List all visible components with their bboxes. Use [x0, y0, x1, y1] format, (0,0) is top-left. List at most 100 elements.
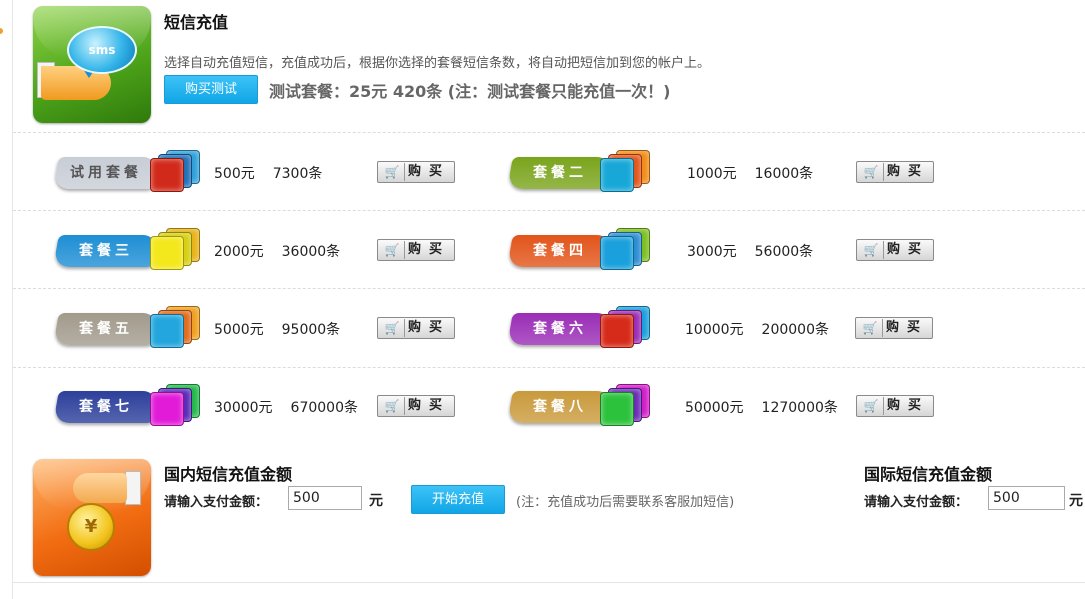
- cube: [600, 314, 634, 348]
- cube: [600, 236, 634, 270]
- sleeve-cuff: [125, 471, 141, 505]
- package-info: 30000元 670000条: [214, 397, 358, 417]
- cart-icon: 🛒: [380, 397, 405, 415]
- yuan-coin-icon: ¥: [67, 503, 115, 551]
- cart-icon: 🛒: [859, 163, 884, 181]
- package-info: 500元 7300条: [214, 163, 322, 183]
- buy-button-package-2[interactable]: 🛒 购买: [856, 161, 934, 183]
- package-price: 2000元: [214, 244, 264, 260]
- package-price: 3000元: [687, 244, 737, 260]
- package-price: 500元: [214, 166, 255, 182]
- package-info: 3000元 56000条: [687, 241, 813, 261]
- package-name: 套餐二: [533, 165, 587, 181]
- package-price: 30000元: [214, 400, 273, 416]
- marker-dot: [0, 28, 3, 34]
- buy-button-package-7[interactable]: 🛒 购买: [377, 395, 455, 417]
- package-count: 670000条: [290, 400, 358, 416]
- package-cubes-icon: [150, 384, 200, 426]
- package-price: 50000元: [685, 400, 744, 416]
- left-border: [12, 0, 13, 599]
- buy-label: 购买: [887, 398, 930, 413]
- buy-label: 购买: [408, 242, 451, 257]
- recharge-note: (注：充值成功后需要联系客服加短信): [516, 495, 735, 510]
- package-count: 200000条: [761, 322, 829, 338]
- package-price: 10000元: [685, 322, 744, 338]
- cart-icon: 🛒: [859, 241, 884, 259]
- cube: [150, 236, 184, 270]
- buy-button-package-5[interactable]: 🛒 购买: [377, 317, 455, 339]
- trial-package-note: 测试套餐：25元 420条 (注：测试套餐只能充值一次！): [269, 82, 671, 101]
- package-name: 套餐三: [79, 243, 133, 259]
- cart-icon: 🛒: [380, 163, 405, 181]
- package-cubes-icon: [150, 150, 200, 192]
- divider: [13, 132, 1085, 133]
- cube: [150, 392, 184, 426]
- buy-button-package-1[interactable]: 🛒 购买: [377, 161, 455, 183]
- package-name: 套餐六: [533, 321, 587, 337]
- package-badge-5: 套餐五: [53, 313, 159, 345]
- package-info: 2000元 36000条: [214, 241, 340, 261]
- divider: [13, 210, 1085, 211]
- hand-icon: [73, 473, 127, 503]
- package-cubes-icon: [600, 384, 650, 426]
- buy-button-package-3[interactable]: 🛒 购买: [377, 239, 455, 261]
- package-count: 1270000条: [761, 400, 838, 416]
- package-name: 试用套餐: [70, 165, 142, 181]
- package-info: 10000元 200000条: [685, 319, 829, 339]
- cube: [150, 158, 184, 192]
- cart-icon: 🛒: [380, 241, 405, 259]
- divider: [13, 288, 1085, 289]
- international-amount-label: 请输入支付金额：: [864, 495, 969, 510]
- buy-button-package-8[interactable]: 🛒 购买: [856, 395, 934, 417]
- buy-label: 购买: [887, 242, 930, 257]
- cube: [600, 158, 634, 192]
- package-name: 套餐八: [533, 399, 587, 415]
- sms-recharge-icon: sms: [33, 6, 151, 123]
- package-count: 7300条: [272, 166, 323, 182]
- domestic-title: 国内短信充值金额: [164, 465, 293, 484]
- coin-recharge-icon: ¥: [33, 459, 151, 576]
- package-count: 16000条: [754, 166, 814, 182]
- package-badge-2: 套餐二: [507, 157, 613, 189]
- buy-label: 购买: [887, 164, 930, 179]
- cube: [150, 314, 184, 348]
- package-badge-1: 试用套餐: [53, 157, 159, 189]
- page-description: 选择自动充值短信，充值成功后，根据你选择的套餐短信条数，将自动把短信加到您的帐户…: [164, 56, 711, 71]
- package-badge-6: 套餐六: [507, 313, 613, 345]
- package-price: 1000元: [687, 166, 737, 182]
- package-info: 50000元 1270000条: [685, 397, 838, 417]
- buy-button-package-6[interactable]: 🛒 购买: [855, 317, 933, 339]
- buy-label: 购买: [408, 164, 451, 179]
- cart-icon: 🛒: [380, 319, 405, 337]
- buy-label: 购买: [408, 398, 451, 413]
- bottom-divider: [13, 582, 1085, 583]
- international-title: 国际短信充值金额: [864, 465, 993, 484]
- package-badge-7: 套餐七: [53, 391, 159, 423]
- start-recharge-button[interactable]: 开始充值: [411, 485, 505, 514]
- package-cubes-icon: [600, 228, 650, 270]
- page-title: 短信充值: [164, 13, 229, 32]
- package-badge-4: 套餐四: [507, 235, 613, 267]
- domestic-unit: 元: [369, 493, 383, 509]
- international-amount-input[interactable]: [988, 486, 1065, 510]
- cart-icon: 🛒: [858, 319, 883, 337]
- international-unit: 元: [1069, 493, 1083, 509]
- buy-test-button[interactable]: 购买测试: [164, 75, 258, 104]
- domestic-amount-input[interactable]: [288, 486, 362, 510]
- package-name: 套餐五: [79, 321, 133, 337]
- package-count: 95000条: [281, 322, 341, 338]
- sms-bubble-icon: sms: [67, 26, 137, 74]
- divider: [13, 367, 1085, 368]
- buy-label: 购买: [886, 320, 929, 335]
- package-count: 36000条: [281, 244, 341, 260]
- package-cubes-icon: [600, 150, 650, 192]
- package-info: 1000元 16000条: [687, 163, 813, 183]
- cube: [600, 392, 634, 426]
- package-cubes-icon: [150, 228, 200, 270]
- package-price: 5000元: [214, 322, 264, 338]
- package-count: 56000条: [754, 244, 814, 260]
- domestic-amount-label: 请输入支付金额：: [164, 495, 269, 510]
- package-name: 套餐四: [533, 243, 587, 259]
- package-cubes-icon: [150, 306, 200, 348]
- buy-button-package-4[interactable]: 🛒 购买: [856, 239, 934, 261]
